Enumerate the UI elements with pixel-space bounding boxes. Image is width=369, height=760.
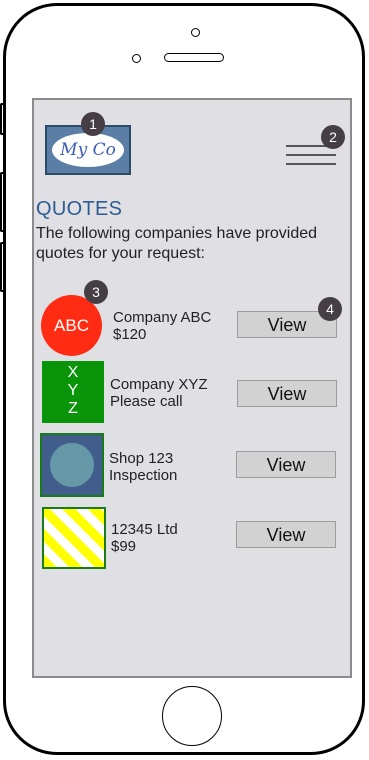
- logo-text: My Co: [60, 140, 116, 160]
- front-camera: [191, 28, 200, 37]
- hamburger-menu-icon[interactable]: [286, 145, 336, 175]
- view-button-company-xyz[interactable]: View: [237, 380, 337, 407]
- callout-badge-2: 2: [321, 125, 345, 149]
- intro-text: The following companies have provided qu…: [36, 225, 318, 262]
- home-button[interactable]: [162, 686, 222, 746]
- view-button-shop-123[interactable]: View: [236, 451, 336, 478]
- company-name: Shop 123: [109, 450, 174, 467]
- company-abc-avatar: ABC: [41, 295, 102, 356]
- company-detail: Inspection: [109, 467, 178, 484]
- company-name: 12345 Ltd: [111, 521, 178, 538]
- proximity-sensor: [132, 54, 141, 63]
- 12345-ltd-avatar: [42, 507, 106, 569]
- avatar-abc-text: ABC: [54, 316, 89, 335]
- callout-badge-3: 3: [84, 280, 108, 304]
- view-button-12345-ltd[interactable]: View: [236, 521, 336, 548]
- list-item-company-abc: Company ABC $120: [113, 309, 211, 343]
- callout-badge-1: 1: [81, 112, 105, 136]
- avatar-xyz-letter-z: Z: [68, 400, 78, 417]
- page-title: QUOTES: [36, 198, 123, 220]
- company-detail: Please call: [110, 393, 183, 410]
- company-detail: $120: [113, 326, 147, 343]
- list-item-shop-123: Shop 123 Inspection: [109, 450, 177, 484]
- company-name: Company XYZ: [110, 376, 208, 393]
- shop-123-avatar: [40, 433, 104, 497]
- list-item-company-xyz: Company XYZ Please call: [110, 376, 208, 410]
- callout-badge-4: 4: [318, 297, 342, 321]
- logo-oval: My Co: [52, 133, 124, 167]
- company-name: Company ABC: [113, 309, 212, 326]
- avatar-xyz-letter-x: X: [67, 364, 79, 381]
- company-detail: $99: [111, 538, 137, 555]
- avatar-circle: [50, 443, 94, 487]
- avatar-xyz-letter-y: Y: [67, 382, 79, 399]
- list-item-12345-ltd: 12345 Ltd $99: [111, 521, 178, 555]
- earpiece-speaker: [164, 53, 224, 62]
- company-xyz-avatar: X Y Z: [42, 361, 104, 423]
